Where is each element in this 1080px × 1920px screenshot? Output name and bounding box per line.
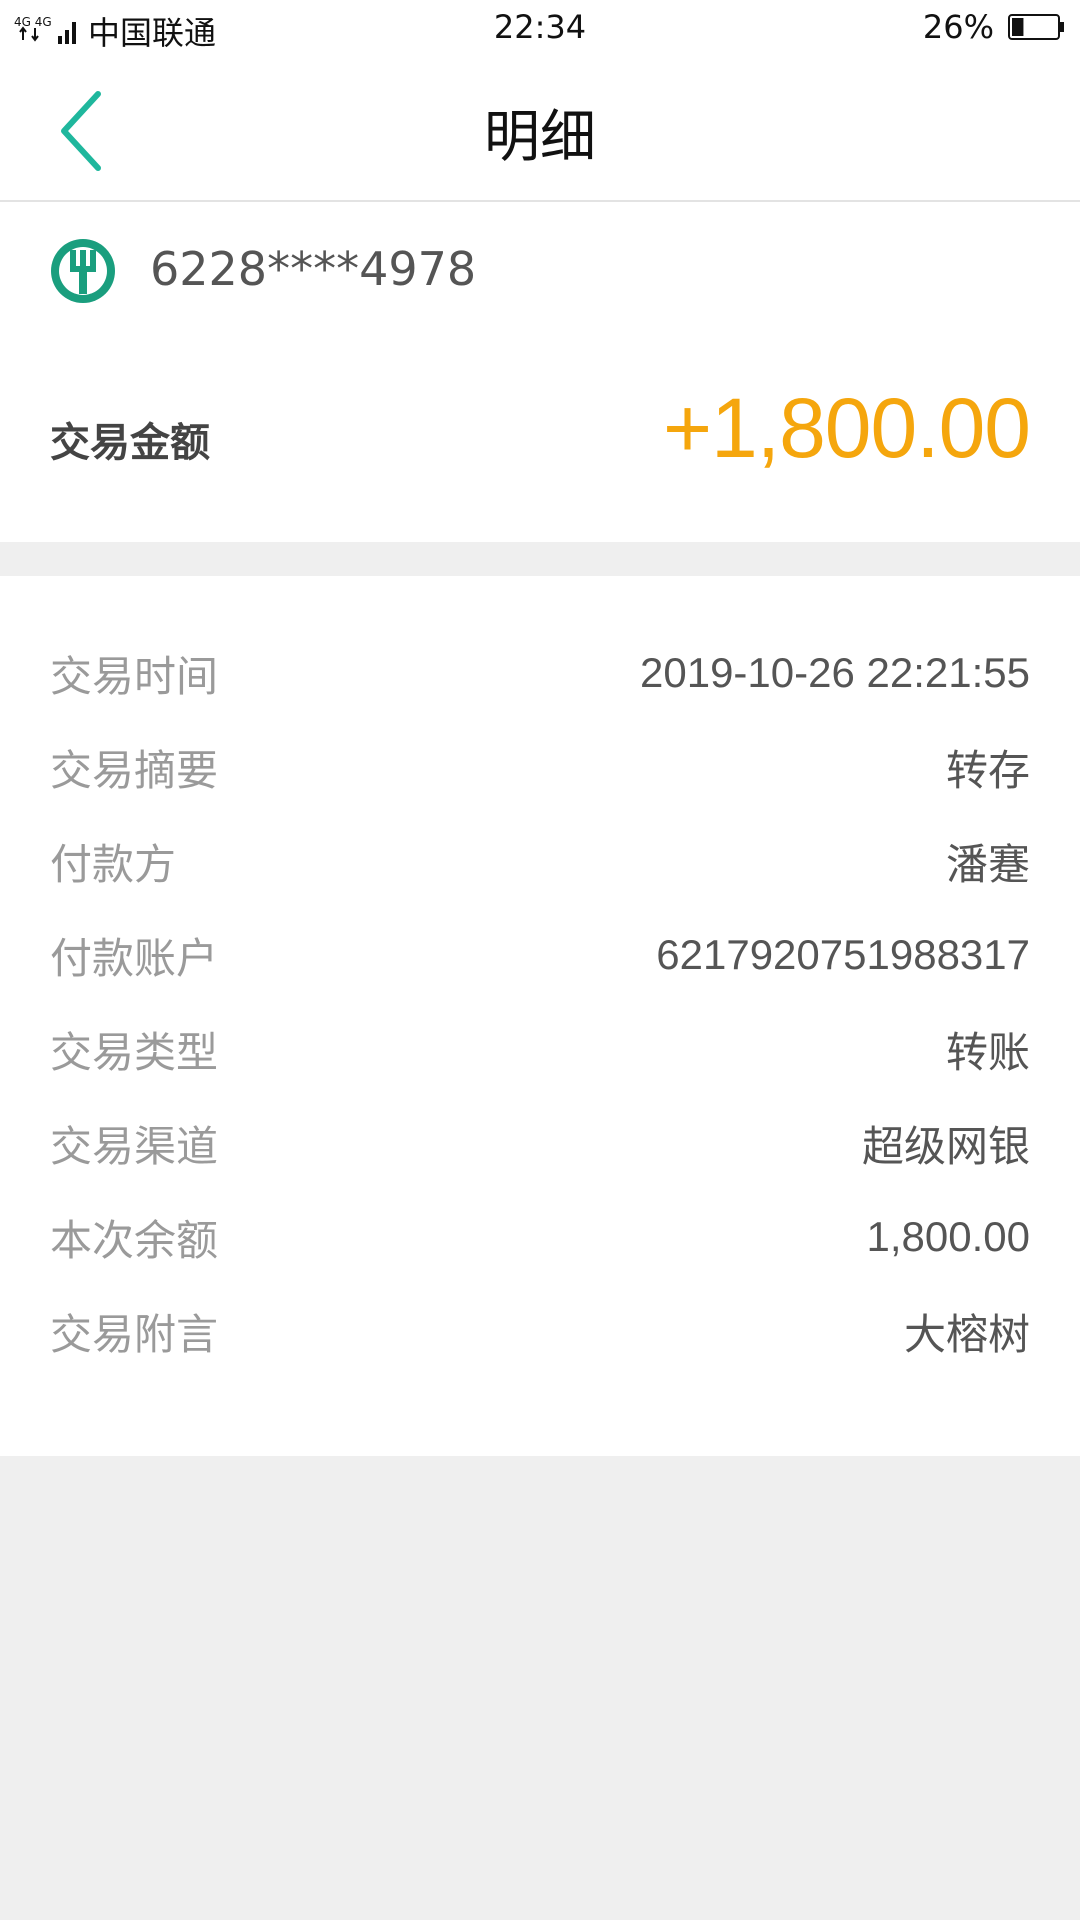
detail-label: 交易类型 [50, 1027, 219, 1077]
bank-logo-icon [51, 239, 115, 303]
detail-row-channel: 交易渠道 超级网银 [0, 1096, 1080, 1190]
detail-row-time: 交易时间 2019-10-26 22:21:55 [0, 626, 1080, 720]
detail-label: 交易摘要 [50, 745, 219, 795]
card-number: 6228****4978 [150, 242, 477, 296]
status-bar-right: 26% [923, 8, 1066, 46]
detail-row-type: 交易类型 转账 [0, 1002, 1080, 1096]
page-title: 明细 [484, 105, 596, 170]
transaction-amount: +1,800.00 [662, 381, 1031, 475]
battery-percent: 26% [922, 8, 994, 46]
detail-row-payer-account: 付款账户 6217920751988317 [0, 908, 1080, 1002]
detail-row-memo: 交易附言 大榕树 [0, 1284, 1080, 1378]
account-card: 6228****4978 交易金额 +1,800.00 [0, 202, 1080, 542]
detail-row-summary: 交易摘要 转存 [0, 720, 1080, 814]
detail-value: 超级网银 [861, 1122, 1030, 1170]
amount-label: 交易金额 [50, 420, 210, 466]
detail-value: 潘蹇 [945, 840, 1030, 888]
detail-label: 交易渠道 [50, 1121, 219, 1171]
detail-label: 交易附言 [50, 1309, 219, 1359]
nav-bar: 明细 [0, 56, 1080, 202]
detail-value: 2019-10-26 22:21:55 [640, 649, 1030, 696]
detail-value: 6217920751988317 [656, 931, 1030, 978]
status-time: 22:34 [493, 8, 587, 46]
detail-value: 转存 [945, 746, 1030, 794]
status-bar: 4G 4G 中国联通 22:34 26% [0, 0, 1080, 56]
detail-row-payer: 付款方 潘蹇 [0, 814, 1080, 908]
battery-icon [1008, 14, 1064, 40]
detail-label: 付款方 [50, 839, 177, 889]
detail-label: 交易时间 [50, 651, 219, 701]
detail-value: 转账 [945, 1028, 1030, 1076]
detail-label: 付款账户 [50, 933, 219, 983]
detail-label: 本次余额 [50, 1215, 219, 1265]
detail-list: 交易时间 2019-10-26 22:21:55 交易摘要 转存 付款方 潘蹇 … [0, 576, 1080, 1456]
detail-value: 大榕树 [903, 1310, 1030, 1358]
detail-value: 1,800.00 [866, 1213, 1031, 1260]
detail-row-balance: 本次余额 1,800.00 [0, 1190, 1080, 1284]
section-divider [0, 542, 1080, 576]
